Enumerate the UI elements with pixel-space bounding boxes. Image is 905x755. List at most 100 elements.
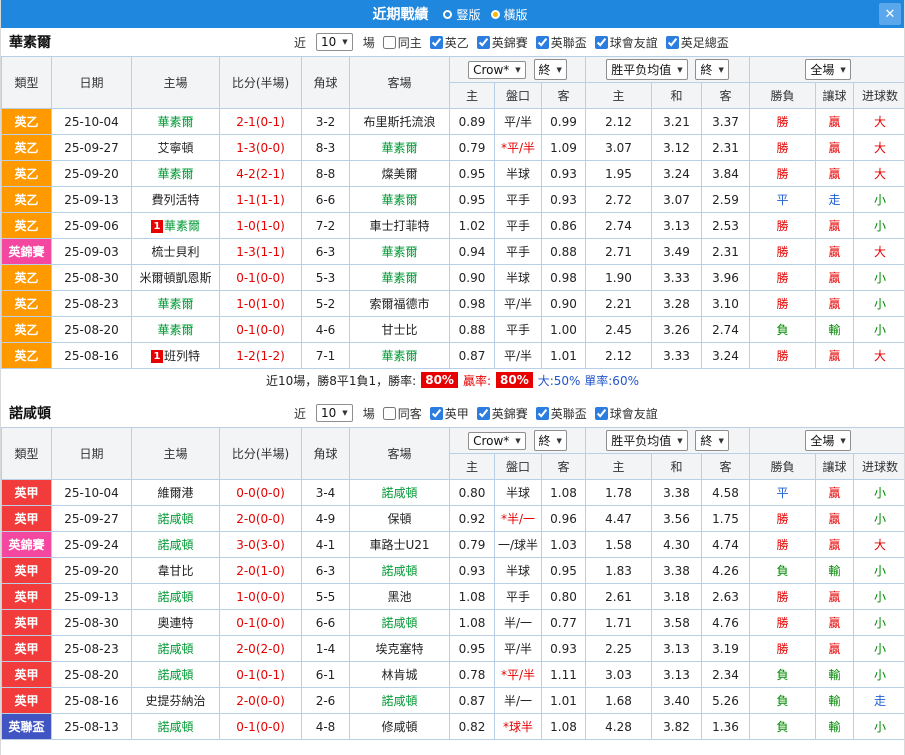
- home-team[interactable]: 米爾頓凱恩斯: [131, 264, 220, 291]
- layout-vertical-option[interactable]: 豎版: [443, 6, 481, 23]
- filter-option[interactable]: 英錦賽: [476, 405, 528, 422]
- away-team[interactable]: 車士打菲特: [349, 212, 450, 239]
- away-team[interactable]: 燦美爾: [349, 160, 450, 187]
- home-team[interactable]: 華素爾: [131, 316, 220, 343]
- filter-checkbox[interactable]: [429, 406, 443, 420]
- filter-option[interactable]: 英足總盃: [665, 34, 729, 51]
- final-odds-select[interactable]: 終 ▼: [533, 59, 567, 80]
- away-team[interactable]: 諾咸頓: [349, 687, 450, 714]
- away-team[interactable]: 華素爾: [349, 186, 450, 213]
- score: 2-0(0-0): [219, 505, 302, 532]
- avg-home: 2.74: [585, 212, 652, 239]
- filter-option[interactable]: 同客: [382, 405, 422, 422]
- away-team[interactable]: 諾咸頓: [349, 557, 450, 584]
- corners: 8-8: [301, 160, 350, 187]
- filter-checkbox[interactable]: [382, 35, 396, 49]
- col-score-header: 比分(半場): [219, 56, 302, 109]
- away-odds: 0.98: [541, 264, 586, 291]
- home-team[interactable]: 韋甘比: [131, 557, 220, 584]
- home-team[interactable]: 諾咸頓: [131, 583, 220, 610]
- corners: 3-2: [301, 108, 350, 135]
- avg-away: 3.19: [700, 635, 751, 662]
- league-badge: 英乙: [1, 316, 52, 343]
- filter-option[interactable]: 同主: [382, 34, 422, 51]
- home-team[interactable]: 維爾港: [131, 479, 220, 506]
- away-team[interactable]: 諾咸頓: [349, 609, 450, 636]
- fulltime-select[interactable]: 全場 ▼: [805, 59, 851, 80]
- home-team[interactable]: 華素爾: [131, 160, 220, 187]
- layout-horizontal-option[interactable]: 橫版: [490, 6, 528, 23]
- filter-label: 同客: [397, 406, 422, 421]
- filter-checkbox[interactable]: [476, 406, 490, 420]
- away-team[interactable]: 林肯城: [349, 661, 450, 688]
- filter-option[interactable]: 英錦賽: [476, 34, 528, 51]
- away-team[interactable]: 埃克塞特: [349, 635, 450, 662]
- filter-checkbox[interactable]: [535, 35, 549, 49]
- away-team[interactable]: 黑池: [349, 583, 450, 610]
- avg-select[interactable]: 胜平负均值 ▼: [606, 430, 688, 451]
- games-count-select[interactable]: 10 ▼: [316, 404, 353, 422]
- away-team[interactable]: 甘士比: [349, 316, 450, 343]
- filter-option[interactable]: 英乙: [429, 34, 469, 51]
- away-team[interactable]: 修咸頓: [349, 713, 450, 740]
- filter-option[interactable]: 英甲: [429, 405, 469, 422]
- avg-final-select[interactable]: 終 ▼: [695, 430, 729, 451]
- away-team[interactable]: 布里斯托流浪: [349, 108, 450, 135]
- home-team[interactable]: 諾咸頓: [131, 531, 220, 558]
- away-team[interactable]: 保頓: [349, 505, 450, 532]
- away-team[interactable]: 諾咸頓: [349, 479, 450, 506]
- avg-home: 2.21: [585, 290, 652, 317]
- away-team[interactable]: 華素爾: [349, 134, 450, 161]
- filter-checkbox[interactable]: [382, 406, 396, 420]
- filter-checkbox[interactable]: [594, 406, 608, 420]
- home-team[interactable]: 諾咸頓: [131, 635, 220, 662]
- match-date: 25-08-16: [51, 342, 132, 369]
- filter-checkbox[interactable]: [594, 35, 608, 49]
- final-odds-select[interactable]: 終 ▼: [533, 430, 567, 451]
- home-team[interactable]: 奧連特: [131, 609, 220, 636]
- home-team[interactable]: 諾咸頓: [131, 505, 220, 532]
- match-row: 英錦賽 25-09-03 梳士貝利 1-3(1-1) 6-3 華素爾 0.94 平手 0.88 2…: [1, 238, 904, 265]
- score: 2-0(1-0): [219, 557, 302, 584]
- filter-option[interactable]: 球會友誼: [594, 34, 658, 51]
- filter-checkbox[interactable]: [429, 35, 443, 49]
- close-button[interactable]: ✕: [879, 3, 901, 25]
- odds-provider-select[interactable]: Crow* ▼: [468, 432, 526, 450]
- filter-checkbox[interactable]: [665, 35, 679, 49]
- filter-option[interactable]: 英聯盃: [535, 34, 587, 51]
- wdl-result: 勝: [749, 635, 817, 662]
- away-team[interactable]: 華素爾: [349, 342, 450, 369]
- away-team[interactable]: 車路士U21: [349, 531, 450, 558]
- goals-result: 大: [853, 342, 904, 369]
- home-odds: 0.79: [449, 531, 495, 558]
- home-team[interactable]: 1 班列特: [131, 342, 220, 369]
- home-team[interactable]: 諾咸頓: [131, 661, 220, 688]
- home-team[interactable]: 1 華素爾: [131, 212, 220, 239]
- home-team[interactable]: 諾咸頓: [131, 713, 220, 740]
- filter-option[interactable]: 球會友誼: [594, 405, 658, 422]
- home-team[interactable]: 華素爾: [131, 108, 220, 135]
- home-team[interactable]: 史提芬納治: [131, 687, 220, 714]
- match-date: 25-08-20: [51, 316, 132, 343]
- col-goals-header: 进球数: [853, 453, 904, 480]
- avg-final-select[interactable]: 終 ▼: [695, 59, 729, 80]
- col-avg-draw-header: 和: [651, 453, 702, 480]
- wdl-result: 平: [749, 479, 817, 506]
- home-team[interactable]: 費列活特: [131, 186, 220, 213]
- match-date: 25-09-06: [51, 212, 132, 239]
- games-count-select[interactable]: 10 ▼: [316, 33, 353, 51]
- filter-checkbox[interactable]: [535, 406, 549, 420]
- odds-provider-select[interactable]: Crow* ▼: [468, 61, 526, 79]
- filter-option[interactable]: 英聯盃: [535, 405, 587, 422]
- goals-result: 大: [853, 160, 904, 187]
- home-team[interactable]: 艾寧頓: [131, 134, 220, 161]
- avg-select[interactable]: 胜平负均值 ▼: [606, 59, 688, 80]
- away-team[interactable]: 華素爾: [349, 238, 450, 265]
- away-team[interactable]: 華素爾: [349, 264, 450, 291]
- home-team[interactable]: 梳士貝利: [131, 238, 220, 265]
- fulltime-select[interactable]: 全場 ▼: [805, 430, 851, 451]
- avg-away: 2.63: [700, 583, 751, 610]
- away-team[interactable]: 索爾福德市: [349, 290, 450, 317]
- filter-checkbox[interactable]: [476, 35, 490, 49]
- home-team[interactable]: 華素爾: [131, 290, 220, 317]
